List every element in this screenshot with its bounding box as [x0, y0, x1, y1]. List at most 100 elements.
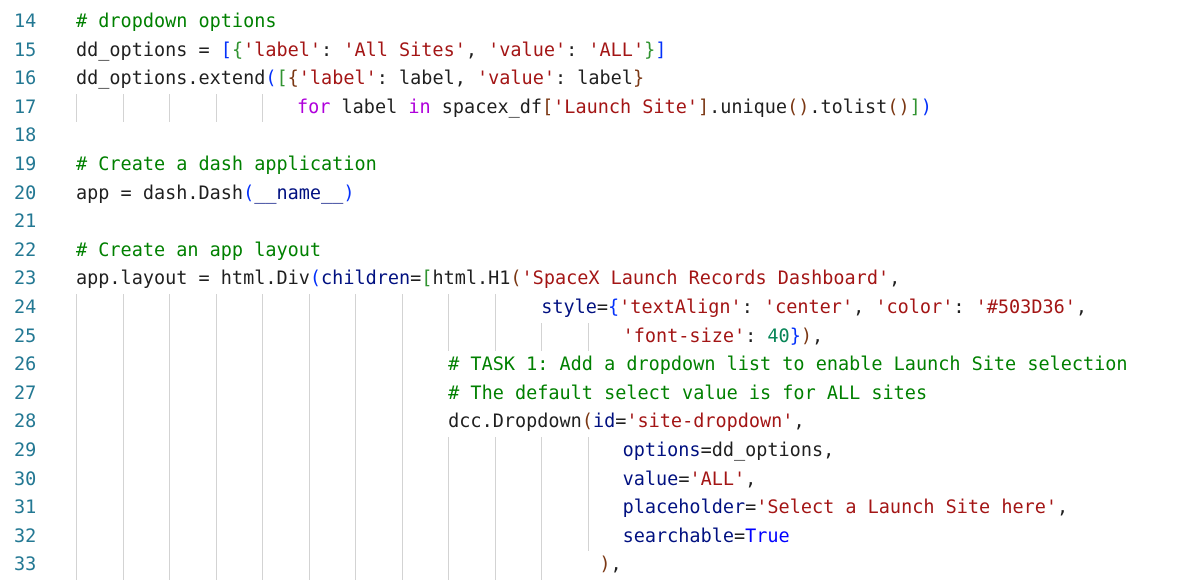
indent-guide: [169, 465, 171, 495]
indent-guide: [308, 522, 310, 552]
indent-guide: [355, 294, 357, 323]
indent-guide: [262, 408, 264, 437]
line-number: 32: [14, 525, 37, 547]
code-text: ),: [76, 551, 622, 580]
code-line[interactable]: 31 placeholder='Select a Launch Site here…: [0, 494, 1191, 523]
indent-guide: [587, 437, 589, 466]
indent-guide: [494, 294, 496, 323]
code-line[interactable]: 27 # The default select value is for ALL …: [0, 379, 1191, 409]
code-token: (: [309, 268, 322, 290]
code-text: # dropdown options: [76, 8, 276, 37]
code-token: children: [321, 268, 411, 290]
code-token: dd_options =: [76, 39, 221, 61]
code-line[interactable]: 28 dcc.Dropdown(id='site-dropdown',: [0, 408, 1191, 437]
line-number: 30: [14, 468, 37, 490]
indent-guide: [355, 408, 357, 437]
indent-guide: [494, 465, 496, 495]
code-line[interactable]: 30 value='ALL',: [0, 465, 1191, 495]
code-token: ): [599, 554, 611, 576]
indent-guide: [76, 379, 77, 409]
code-text: options=dd_options,: [76, 437, 834, 466]
code-editor[interactable]: 14 # dropdown options 15 dd_options = [{'la…: [0, 0, 1191, 580]
code-line[interactable]: 32 searchable=True: [0, 522, 1191, 552]
indent-guide: [494, 494, 496, 523]
code-line[interactable]: 25 'font-size': 40}),: [0, 322, 1191, 352]
code-token: 'textAlign': [619, 297, 742, 318]
line-number: 31: [14, 497, 37, 519]
code-token: ): [800, 325, 812, 347]
indent-guide: [448, 522, 450, 552]
indent-guide: [122, 93, 124, 123]
indent-guide: [215, 494, 217, 523]
code-token: 'font-size': [622, 325, 746, 347]
code-line[interactable]: 16 dd_options.extend([{'label': label, 'v…: [0, 65, 1191, 94]
indent-guide: [215, 408, 217, 437]
indent-guide: [494, 551, 496, 580]
indent-guide: [169, 379, 171, 409]
code-token: (: [581, 411, 593, 433]
indent-guide: [76, 93, 77, 123]
code-text: for label in spacex_df['Launch Site'].un…: [76, 93, 932, 123]
code-token: ): [343, 182, 355, 204]
indent-guide: [215, 379, 217, 409]
indent-guide: [587, 522, 589, 552]
code-token: (: [510, 268, 522, 290]
code-line[interactable]: 29 options=dd_options,: [0, 437, 1191, 466]
code-line[interactable]: 24 style={'textAlign': 'center', 'color':…: [0, 294, 1191, 323]
code-token: ]: [655, 39, 667, 61]
code-line[interactable]: 17 for label in spacex_df['Launch Site'].…: [0, 93, 1191, 123]
code-token: '#503D36': [975, 297, 1076, 318]
code-token: dcc.Dropdown: [448, 411, 582, 433]
code-token: ,: [465, 39, 489, 61]
code-text: dcc.Dropdown(id='site-dropdown',: [76, 408, 805, 437]
indent-guide: [262, 322, 264, 352]
indent-guide: [401, 522, 403, 552]
indent-guide: [355, 322, 357, 352]
line-number: 28: [14, 411, 37, 433]
code-line[interactable]: 14 # dropdown options: [0, 8, 1191, 37]
indent-guide: [76, 408, 77, 437]
code-token: ,: [1057, 497, 1069, 519]
code-token: .tolist: [809, 96, 888, 118]
code-token: 'ALL': [588, 39, 645, 61]
indent-guide: [401, 494, 403, 523]
indent-guide: [169, 437, 171, 466]
code-token: ]: [697, 96, 710, 118]
code-line[interactable]: 23 app.layout = html.Div(children=[html.H…: [0, 265, 1191, 294]
code-token: 'Launch Site': [553, 96, 698, 118]
indent-guide: [122, 522, 124, 552]
indent-guide: [262, 351, 264, 380]
indent-guide: [308, 437, 310, 466]
code-line[interactable]: 19 # Create a dash application: [0, 151, 1191, 180]
code-token: True: [745, 525, 790, 547]
code-line[interactable]: 15 dd_options = [{'label': 'All Sites', '…: [0, 37, 1191, 66]
indent-guide: [169, 522, 171, 552]
code-line[interactable]: 18: [0, 122, 1191, 151]
indent-guide: [262, 93, 264, 123]
indent-guide: [215, 551, 217, 580]
code-line[interactable]: 20 app = dash.Dash(__name__): [0, 180, 1191, 209]
indent-guide: [587, 322, 589, 352]
line-number: 17: [14, 96, 37, 118]
code-token: (): [887, 96, 910, 118]
code-line[interactable]: 26 # TASK 1: Add a dropdown list to enabl…: [0, 351, 1191, 380]
indent-guide: [169, 93, 171, 123]
indent-guide: [122, 294, 124, 323]
code-token: =dd_options,: [700, 440, 835, 461]
code-token: =: [678, 468, 690, 490]
code-token: 'label': [243, 39, 322, 61]
code-line[interactable]: 22 # Create an app layout: [0, 237, 1191, 266]
indent-guide: [308, 322, 310, 352]
code-line[interactable]: 21: [0, 208, 1191, 237]
code-token: :: [566, 39, 589, 61]
code-token: }: [632, 68, 645, 90]
code-token: 'color': [875, 297, 954, 318]
indent-guide: [308, 294, 310, 323]
code-token: # dropdown options: [76, 11, 277, 32]
code-token: (: [265, 68, 277, 90]
code-token: :: [321, 39, 344, 61]
code-token: =: [734, 525, 746, 547]
indent-guide: [541, 522, 543, 552]
code-token: id: [592, 411, 616, 433]
code-line[interactable]: 33),: [0, 551, 1191, 580]
